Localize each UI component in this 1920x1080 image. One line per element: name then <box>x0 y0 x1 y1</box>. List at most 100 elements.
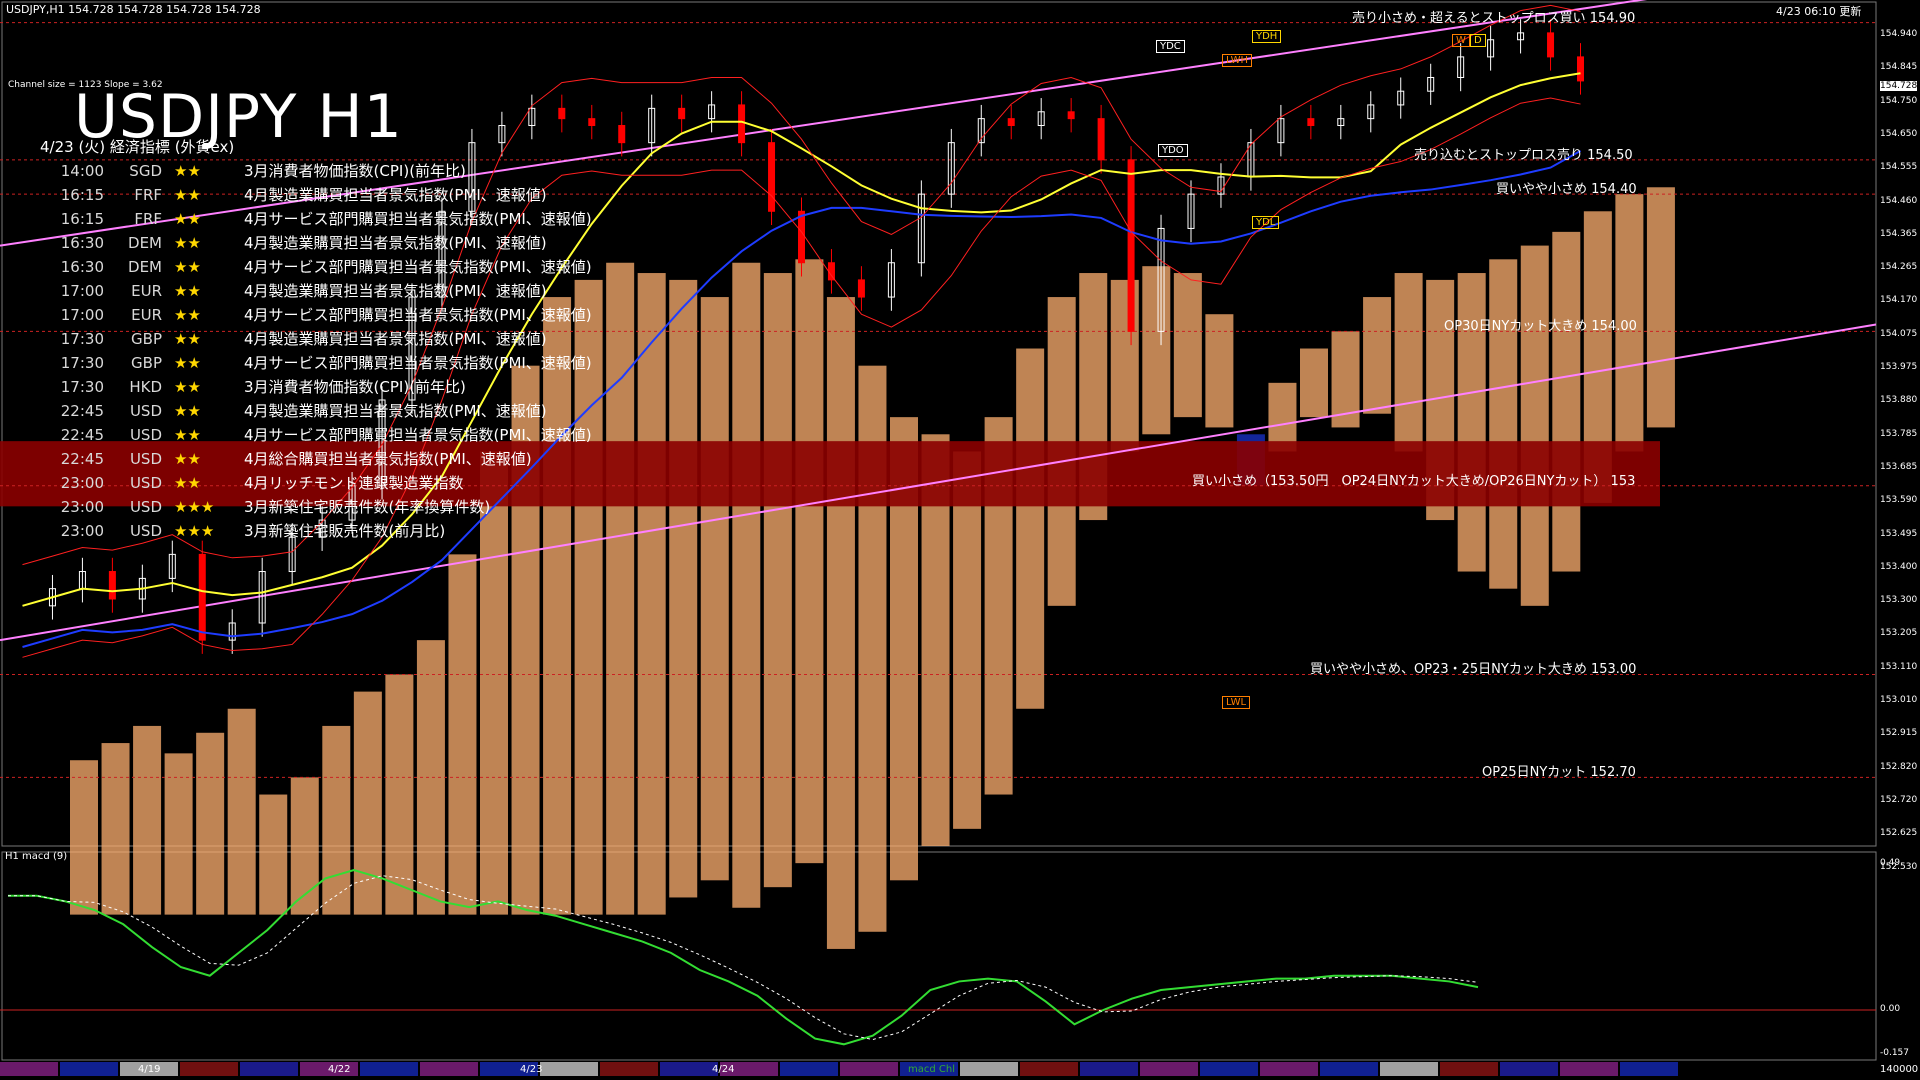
price-tick: 153.300 <box>1880 595 1918 606</box>
event-time: 16:30 <box>60 258 104 276</box>
candle-body <box>827 262 835 281</box>
event-row: 16:30 DEM ★★ 4月サービス部門購買担当者景気指数(PMI、速報値) <box>40 256 592 277</box>
event-stars: ★★ <box>174 378 201 396</box>
cloud-segment <box>353 691 382 915</box>
date-strip-cell <box>420 1062 478 1076</box>
price-tick: 154.265 <box>1880 262 1918 273</box>
event-row: 17:00 EUR ★★ 4月製造業購買担当者景気指数(PMI、速報値) <box>40 280 547 301</box>
event-time: 16:15 <box>60 210 104 228</box>
event-time: 22:45 <box>60 450 104 468</box>
cloud-segment <box>1520 245 1549 606</box>
event-name: 4月サービス部門購買担当者景気指数(PMI、速報値) <box>244 210 592 228</box>
level-note: 買いやや小さめ、OP23・25日NYカット大きめ 153.00 <box>1310 662 1637 678</box>
cloud-segment <box>543 297 572 915</box>
event-time: 14:00 <box>60 162 104 180</box>
candle-body <box>618 125 626 144</box>
price-tick: 154.075 <box>1880 328 1918 339</box>
date-strip-cell <box>1320 1062 1378 1076</box>
candle-body <box>108 571 116 600</box>
date-strip-cell <box>600 1062 658 1076</box>
event-row: 23:00 USD ★★★ 3月新築住宅販売件数(年率換算件数) <box>40 496 490 517</box>
cloud-segment <box>574 279 603 915</box>
event-ccy: GBP <box>131 330 162 348</box>
event-name: 4月サービス部門購買担当者景気指数(PMI、速報値) <box>244 306 592 324</box>
price-tick: 154.460 <box>1880 195 1918 206</box>
event-name: 4月製造業購買担当者景気指数(PMI、速報値) <box>244 186 547 204</box>
price-tick: 154.170 <box>1880 295 1918 306</box>
date-strip-cell <box>1200 1062 1258 1076</box>
price-tick: 153.785 <box>1880 428 1918 439</box>
candle-body <box>798 210 805 264</box>
price-tick: 153.010 <box>1880 695 1918 705</box>
level-note: 買い小さめ（153.50円 OP24日NYカット大きめ/OP26日NYカット） … <box>1192 473 1636 489</box>
date-strip-cell <box>1620 1062 1678 1076</box>
event-time: 23:00 <box>60 474 104 492</box>
date-strip-cell <box>1440 1062 1498 1076</box>
event-row: 23:00 USD ★★ 4月リッチモンド連銀製造業指数 <box>40 472 464 493</box>
ichimoku-cloud <box>70 187 1675 949</box>
event-time: 22:45 <box>60 402 104 420</box>
event-name: 4月製造業購買担当者景気指数(PMI、速報値) <box>244 234 547 252</box>
event-row: 16:15 FRF ★★ 4月サービス部門購買担当者景気指数(PMI、速報値) <box>40 208 592 229</box>
cloud-segment <box>448 554 477 915</box>
event-ccy: EUR <box>131 282 162 300</box>
level-tag: LWH <box>1222 54 1253 67</box>
event-stars: ★★ <box>174 282 201 300</box>
date-strip-cell <box>60 1062 118 1076</box>
level-tag: LWL <box>1222 696 1251 709</box>
level-tag: YDO <box>1158 144 1188 157</box>
macd-tick: -0.157 <box>1880 1048 1910 1058</box>
event-row: 17:30 HKD ★★ 3月消費者物価指数(CPI)(前年比) <box>40 376 466 397</box>
date-label: 4/22 <box>328 1064 351 1075</box>
event-time: 23:00 <box>60 498 104 516</box>
macd-label: H1 macd (9) <box>5 851 68 862</box>
cloud-segment <box>70 760 98 915</box>
date-strip-cell <box>840 1062 898 1076</box>
cloud-segment <box>133 725 162 915</box>
macd-tick: 0.49 <box>1880 858 1901 868</box>
cloud-segment <box>196 732 225 915</box>
event-row: 14:00 SGD ★★ 3月消費者物価指数(CPI)(前年比) <box>40 160 466 181</box>
cloud-segment <box>795 259 824 864</box>
level-note: 売り込むとストップロス売り 154.50 <box>1414 147 1633 163</box>
cloud-segment <box>1268 382 1297 452</box>
event-time: 17:30 <box>60 330 104 348</box>
event-stars: ★★ <box>174 162 201 180</box>
price-tick: 152.720 <box>1880 794 1918 805</box>
event-stars: ★★ <box>174 258 201 276</box>
event-name: 4月リッチモンド連銀製造業指数 <box>244 474 464 492</box>
event-row: 22:45 USD ★★ 4月サービス部門購買担当者景気指数(PMI、速報値) <box>40 424 592 445</box>
event-stars: ★★ <box>174 234 201 252</box>
date-strip-cell <box>1260 1062 1318 1076</box>
event-ccy: SGD <box>129 162 162 180</box>
event-time: 17:30 <box>60 354 104 372</box>
candle-body <box>1097 118 1105 161</box>
event-row: 16:30 DEM ★★ 4月製造業購買担当者景気指数(PMI、速報値) <box>40 232 547 253</box>
price-tick: 153.205 <box>1880 628 1918 639</box>
current-price-badge: 154.728 <box>1880 81 1918 91</box>
event-ccy: DEM <box>128 234 162 252</box>
event-ccy: USD <box>129 450 162 468</box>
event-ccy: USD <box>129 498 162 516</box>
date-strip-cell <box>1140 1062 1198 1076</box>
level-note: OP30日NYカット大きめ 154.00 <box>1444 319 1637 335</box>
cloud-segment <box>1016 348 1045 709</box>
cloud-segment <box>953 451 982 829</box>
level-tag: YDL <box>1252 216 1280 229</box>
price-tick: 153.975 <box>1880 362 1918 372</box>
level-note: 売り小さめ・超えるとストップロス買い 154.90 <box>1352 10 1636 26</box>
candle-body <box>198 553 206 641</box>
event-time: 23:00 <box>60 522 104 540</box>
event-time: 17:30 <box>60 378 104 396</box>
event-stars: ★★ <box>174 210 201 228</box>
price-tick: 154.365 <box>1880 228 1918 239</box>
event-ccy: EUR <box>131 306 162 324</box>
event-stars: ★★ <box>174 474 201 492</box>
level-tag: YDC <box>1156 40 1185 53</box>
date-label: 4/19 <box>138 1064 161 1075</box>
symbol-readout: USDJPY,H1 154.728 154.728 154.728 154.72… <box>6 3 261 16</box>
level-tag: D <box>1470 34 1486 47</box>
candle-body <box>1307 118 1315 127</box>
level-note: OP25日NYカット 152.70 <box>1482 765 1636 781</box>
candle-body <box>558 107 566 120</box>
